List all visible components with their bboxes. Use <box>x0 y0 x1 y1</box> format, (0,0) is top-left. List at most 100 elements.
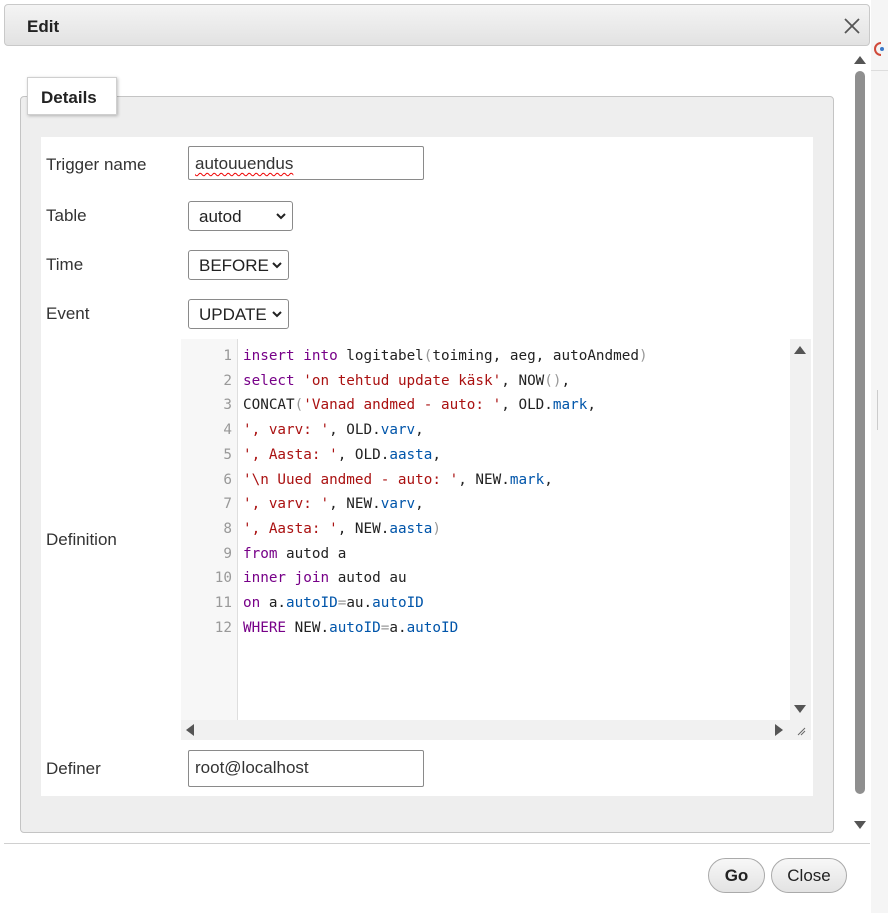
code-line[interactable]: 1 insert into logitabel(toiming, aeg, aut… <box>181 344 781 369</box>
line-number: 9 <box>223 545 232 562</box>
definition-code-editor[interactable]: 1 insert into logitabel(toiming, aeg, aut… <box>181 339 811 740</box>
trigger-name-value: autouuendus <box>195 154 294 173</box>
code-token: into <box>303 348 338 364</box>
time-label: Time <box>46 255 84 274</box>
dialog-titlebar[interactable]: Edit <box>4 4 870 46</box>
scroll-down-icon[interactable] <box>854 821 866 829</box>
code-token: , <box>432 446 441 463</box>
code-token: varv <box>380 496 416 513</box>
code-token: ', varv: ' <box>243 422 330 439</box>
dialog-scrollbar-thumb[interactable] <box>855 71 865 794</box>
code-token: NEW. <box>286 619 330 636</box>
chevron-down-icon <box>272 262 282 269</box>
definer-label: Definer <box>46 759 101 778</box>
line-number: 3 <box>223 397 232 414</box>
code-token: '\n Uued andmed - auto: ' <box>243 471 459 488</box>
scroll-up-icon[interactable] <box>854 56 866 64</box>
code-token: , <box>587 397 596 414</box>
code-line[interactable]: 12 WHERE NEW.autoID=a.autoID <box>181 616 781 641</box>
code-token: ( <box>294 397 304 414</box>
code-token: aasta <box>389 520 433 537</box>
scroll-left-icon[interactable] <box>186 724 194 736</box>
code-token: autoID <box>286 595 338 611</box>
chevron-down-icon <box>272 311 282 318</box>
scroll-up-icon[interactable] <box>794 346 806 354</box>
dialog-title: Edit <box>27 17 60 36</box>
line-number: 12 <box>214 619 232 636</box>
event-label: Event <box>46 304 90 323</box>
table-select-value: autod <box>199 207 242 226</box>
code-token: logitabel <box>337 348 424 364</box>
line-number: 10 <box>214 570 232 587</box>
code-line[interactable]: 2 select 'on tehtud update käsk', NOW(), <box>181 369 781 394</box>
code-token: on <box>243 595 261 611</box>
code-token: () <box>544 372 562 389</box>
code-token: a. <box>389 619 407 636</box>
line-number: 6 <box>223 471 232 488</box>
line-number: 2 <box>223 372 232 389</box>
trigger-name-input[interactable]: autouuendus <box>188 146 424 180</box>
code-token: ) <box>638 348 648 364</box>
resize-handle[interactable] <box>790 720 811 740</box>
line-number: 7 <box>223 496 232 513</box>
definer-input[interactable]: root@localhost <box>188 750 424 787</box>
code-line[interactable]: 10 inner join autod au <box>181 566 781 591</box>
divider <box>877 390 878 430</box>
code-line[interactable]: 5 ', Aasta: ', OLD.aasta, <box>181 443 781 468</box>
details-legend: Details <box>27 77 117 115</box>
line-number: 1 <box>223 348 232 364</box>
close-icon[interactable] <box>841 15 863 37</box>
code-token: autod au <box>329 570 407 587</box>
code-text: ', Aasta: ', NEW.aasta) <box>243 517 441 542</box>
event-select-value: UPDATE <box>199 305 267 324</box>
code-token: a. <box>260 595 287 611</box>
scroll-right-icon[interactable] <box>775 724 783 736</box>
code-line[interactable]: 8 ', Aasta: ', NEW.aasta) <box>181 517 781 542</box>
code-token: autoID <box>329 619 381 636</box>
code-token: autoID <box>406 619 459 636</box>
table-select[interactable]: autod <box>188 201 293 231</box>
resize-grip-icon[interactable] <box>796 726 806 736</box>
code-line[interactable]: 9 from autod a <box>181 542 781 567</box>
code-token: 'on tehtud update käsk' <box>303 372 502 389</box>
code-text: insert into logitabel(toiming, aeg, auto… <box>243 344 648 369</box>
time-select[interactable]: BEFORE <box>188 250 289 280</box>
code-text: on a.autoID=au.autoID <box>243 591 424 616</box>
code-text: '\n Uued andmed - auto: ', NEW.mark, <box>243 468 553 493</box>
code-text: select 'on tehtud update käsk', NOW(), <box>243 369 570 394</box>
code-token: , NEW. <box>329 496 381 513</box>
code-token: , <box>544 471 553 488</box>
code-token: ', Aasta: ' <box>243 446 338 463</box>
line-number: 8 <box>223 520 232 537</box>
event-select[interactable]: UPDATE <box>188 299 289 329</box>
code-token: , OLD. <box>501 397 553 414</box>
close-button[interactable]: Close <box>771 858 847 893</box>
code-token: ) <box>432 520 441 537</box>
code-token: WHERE <box>243 619 287 636</box>
code-text: from autod a <box>243 542 346 567</box>
code-token: from <box>243 545 278 562</box>
code-token: mark <box>509 471 545 488</box>
code-text: CONCAT('Vanad andmed - auto: ', OLD.mark… <box>243 393 596 418</box>
code-line[interactable]: 7 ', varv: ', NEW.varv, <box>181 492 781 517</box>
go-button[interactable]: Go <box>708 858 765 893</box>
code-line[interactable]: 4 ', varv: ', OLD.varv, <box>181 418 781 443</box>
editor-horizontal-scrollbar[interactable] <box>181 720 790 740</box>
code-line[interactable]: 3 CONCAT('Vanad andmed - auto: ', OLD.mar… <box>181 393 781 418</box>
edit-dialog: Edit Details Trigger name autouuendus Ta… <box>0 0 888 913</box>
table-label: Table <box>46 206 87 225</box>
definer-value: root@localhost <box>195 758 309 777</box>
code-token: ', Aasta: ' <box>243 520 338 537</box>
code-line[interactable]: 6 '\n Uued andmed - auto: ', NEW.mark, <box>181 468 781 493</box>
code-token: , NEW. <box>458 471 510 488</box>
editor-vertical-scrollbar[interactable] <box>790 339 811 720</box>
scroll-down-icon[interactable] <box>794 705 806 713</box>
code-token: , NEW. <box>337 520 390 537</box>
definition-label: Definition <box>46 530 117 549</box>
code-token: , <box>561 372 571 389</box>
code-line[interactable]: 11 on a.autoID=au.autoID <box>181 591 781 616</box>
code-token: autoID <box>372 595 424 611</box>
code-token: mark <box>552 397 588 414</box>
code-token: , NOW <box>501 372 545 389</box>
